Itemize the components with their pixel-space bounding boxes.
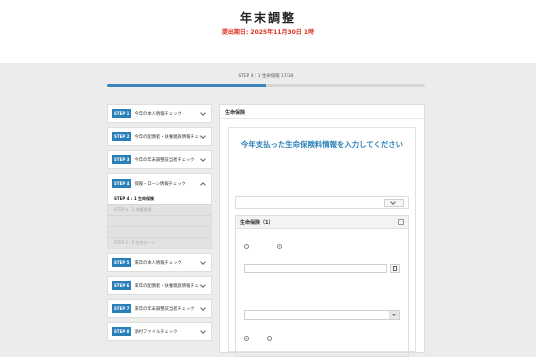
radio-new[interactable] <box>244 336 249 341</box>
sidebar-step-2[interactable]: STEP 2 今年の配偶者・扶養親族情報チェック <box>107 127 212 146</box>
step-label: 今年の配偶者・扶養親族情報チェック <box>134 134 201 140</box>
radio-upload[interactable] <box>277 244 282 249</box>
chevron-down-icon <box>200 109 206 116</box>
chevron-down-icon <box>200 304 206 311</box>
new-old-radios <box>244 336 400 341</box>
certificate-file-input[interactable] <box>244 264 387 273</box>
select-arrow-icon <box>389 311 399 319</box>
step-label: 今年の本人情報チェック <box>134 111 182 117</box>
progress-area: STEP 4 : 1 生命保険 17/34 <box>107 73 425 87</box>
step-badge: STEP 3 <box>112 155 132 164</box>
chevron-down-icon <box>200 258 206 265</box>
step-label: 来年の年末調整該当者チェック <box>134 306 195 312</box>
main-panel: 生命保険 今年支払った生命保険料情報を入力してください 生命保険（1） <box>219 104 425 357</box>
step-badge: STEP 5 <box>112 258 132 267</box>
progress-label: STEP 4 : 1 生命保険 17/34 <box>238 74 294 79</box>
document-icon <box>393 266 397 271</box>
substep-3 <box>108 215 211 226</box>
substep-housing-loan: STEP 4 : 5 住宅ローン <box>108 237 211 248</box>
section-title: 生命保険（1） <box>240 219 274 226</box>
step-badge: STEP 7 <box>112 304 132 313</box>
file-select-button[interactable] <box>390 264 400 273</box>
main-header: 生命保険 <box>220 105 424 119</box>
chevron-down-icon <box>200 132 206 139</box>
step-badge: STEP 1 <box>112 109 132 118</box>
sidebar-step-4-group: STEP 4 保険・ローン情報チェック STEP 4 : 1 生命保険 STEP… <box>107 173 212 249</box>
minus-icon[interactable] <box>398 219 404 225</box>
toggle-button[interactable] <box>384 198 404 207</box>
sidebar-step-3[interactable]: STEP 3 今年の年末調整該当者チェック <box>107 150 212 169</box>
radio-old[interactable] <box>267 336 272 341</box>
step-badge: STEP 8 <box>112 327 132 336</box>
info-collapse-bar <box>235 196 409 209</box>
sidebar-step-6[interactable]: STEP 6 来年の配偶者・扶養親族情報チェック <box>107 276 212 295</box>
description-area <box>241 162 403 188</box>
chevron-down-icon <box>200 281 206 288</box>
chevron-down-icon <box>390 198 396 205</box>
step-label: 添付ファイルチェック <box>134 329 178 335</box>
sidebar-step-4[interactable]: STEP 4 保険・ローン情報チェック <box>108 174 211 193</box>
main-headline: 今年支払った生命保険料情報を入力してください <box>240 140 404 149</box>
sidebar-step-5[interactable]: STEP 5 来年の本人情報チェック <box>107 253 212 272</box>
substep-4 <box>108 226 211 237</box>
page-header: 年末調整 提出期日: 2025年11月30日 1時 <box>0 0 536 63</box>
progress-fill <box>107 84 266 87</box>
step-badge: STEP 6 <box>112 281 132 290</box>
chevron-down-icon <box>200 327 206 334</box>
help-text <box>244 278 400 296</box>
substep-earthquake-insurance: STEP 4 : 2 地震保険 <box>108 204 211 215</box>
main-content: 今年支払った生命保険料情報を入力してください 生命保険（1） <box>228 127 416 357</box>
step-label: 来年の配偶者・扶養親族情報チェック <box>134 283 201 289</box>
chevron-up-icon <box>200 181 206 188</box>
step-label: 保険・ローン情報チェック <box>134 181 186 187</box>
step-label: 来年の本人情報チェック <box>134 260 182 266</box>
chevron-down-icon <box>200 155 206 162</box>
sidebar-step-1[interactable]: STEP 1 今年の本人情報チェック <box>107 104 212 123</box>
sidebar-step-8[interactable]: STEP 8 添付ファイルチェック <box>107 322 212 341</box>
deadline-text: 提出期日: 2025年11月30日 1時 <box>221 29 315 36</box>
section-header: 生命保険（1） <box>236 216 408 229</box>
progress-bar <box>107 84 425 87</box>
step-label: 今年の年末調整該当者チェック <box>134 157 195 163</box>
input-method-radios <box>244 244 400 249</box>
step-badge: STEP 2 <box>112 132 132 141</box>
radio-manual[interactable] <box>244 244 249 249</box>
sidebar-step-7[interactable]: STEP 7 来年の年末調整該当者チェック <box>107 299 212 318</box>
insurance-type-select[interactable] <box>244 310 400 320</box>
step-sidebar: STEP 1 今年の本人情報チェック STEP 2 今年の配偶者・扶養親族情報チ… <box>107 104 212 345</box>
life-insurance-section: 生命保険（1） <box>235 215 409 357</box>
substep-life-insurance[interactable]: STEP 4 : 1 生命保険 <box>108 193 211 204</box>
step-badge: STEP 4 <box>112 179 132 188</box>
certificate-file-row <box>244 264 400 273</box>
page-title: 年末調整 <box>239 11 296 25</box>
